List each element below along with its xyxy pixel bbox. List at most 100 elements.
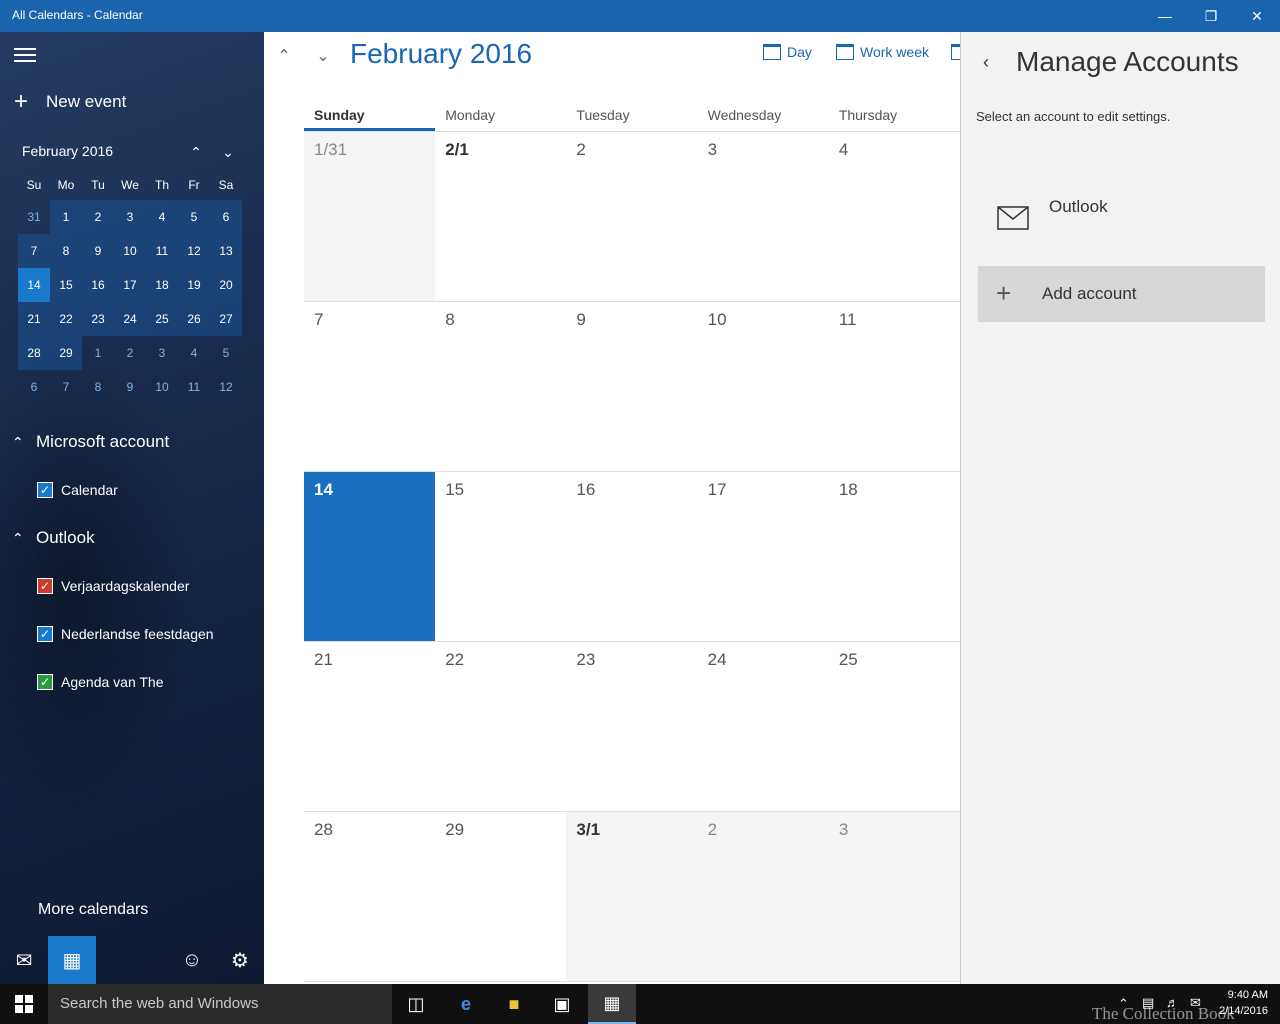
account-item-outlook[interactable]: Outlook	[978, 182, 1264, 252]
mini-day[interactable]: 5	[178, 200, 210, 234]
mini-day[interactable]: 4	[178, 336, 210, 370]
back-icon[interactable]: ‹	[983, 52, 989, 73]
mini-day[interactable]: 19	[178, 268, 210, 302]
day-cell[interactable]: 3	[828, 812, 961, 981]
start-button[interactable]	[0, 984, 48, 1024]
day-cell[interactable]: 18	[829, 472, 960, 641]
day-cell[interactable]: 8	[435, 302, 566, 471]
mini-day[interactable]: 12	[178, 234, 210, 268]
mail-icon[interactable]: ✉	[0, 936, 48, 984]
next-month-button[interactable]: ⌄	[311, 44, 335, 68]
mini-day[interactable]: 5	[210, 336, 242, 370]
day-cell[interactable]: 29	[435, 812, 566, 981]
mini-day[interactable]: 3	[114, 200, 146, 234]
mini-day[interactable]: 18	[146, 268, 178, 302]
mini-day[interactable]: 16	[82, 268, 114, 302]
mini-day[interactable]: 29	[50, 336, 82, 370]
add-account-button[interactable]: + Add account	[978, 266, 1265, 322]
mini-day[interactable]: 8	[82, 370, 114, 404]
checkbox-icon[interactable]: ✓	[37, 626, 53, 642]
mini-day[interactable]: 8	[50, 234, 82, 268]
day-cell[interactable]: 21	[304, 642, 435, 811]
edge-browser-icon[interactable]: e	[442, 984, 490, 1024]
mini-day[interactable]: 1	[82, 336, 114, 370]
mini-day[interactable]: 14	[18, 268, 50, 302]
day-cell[interactable]: 17	[698, 472, 829, 641]
file-explorer-icon[interactable]: ■	[490, 984, 538, 1024]
mini-day[interactable]: 7	[50, 370, 82, 404]
mini-day[interactable]: 27	[210, 302, 242, 336]
previous-month-button[interactable]: ⌃	[272, 44, 296, 68]
checkbox-icon[interactable]: ✓	[37, 578, 53, 594]
mini-day[interactable]: 15	[50, 268, 82, 302]
checkbox-icon[interactable]: ✓	[37, 674, 53, 690]
mini-day[interactable]: 6	[210, 200, 242, 234]
task-view-icon[interactable]: ◫	[392, 984, 440, 1024]
mini-day[interactable]: 10	[146, 370, 178, 404]
mini-day[interactable]: 7	[18, 234, 50, 268]
mini-day[interactable]: 23	[82, 302, 114, 336]
mini-day[interactable]: 3	[146, 336, 178, 370]
mini-day[interactable]: 26	[178, 302, 210, 336]
calendar-app-icon[interactable]: ▦	[588, 984, 636, 1024]
store-icon[interactable]: ▣	[538, 984, 586, 1024]
checkbox-icon[interactable]: ✓	[37, 482, 53, 498]
day-cell[interactable]: 28	[304, 812, 435, 981]
hamburger-menu-icon[interactable]	[14, 48, 36, 64]
new-event-button[interactable]: + New event	[14, 90, 126, 114]
day-cell[interactable]: 15	[435, 472, 566, 641]
gear-icon[interactable]: ⚙	[216, 936, 264, 984]
close-button[interactable]: ✕	[1234, 0, 1280, 32]
mini-day[interactable]: 9	[82, 234, 114, 268]
calendar-item-verjaardagskalender[interactable]: ✓ Verjaardagskalender	[37, 578, 189, 594]
day-cell[interactable]: 2	[697, 812, 829, 981]
day-cell[interactable]: 2/1	[435, 132, 566, 301]
day-cell[interactable]: 14	[304, 472, 436, 641]
calendar-item-calendar[interactable]: ✓ Calendar	[37, 482, 118, 498]
mini-day[interactable]: 4	[146, 200, 178, 234]
calendar-icon[interactable]: ▦	[48, 936, 96, 984]
minimize-button[interactable]: —	[1142, 0, 1188, 32]
more-calendars-link[interactable]: More calendars	[38, 901, 148, 919]
mini-day[interactable]: 17	[114, 268, 146, 302]
day-cell[interactable]: 1/31	[304, 132, 436, 301]
day-cell[interactable]: 16	[566, 472, 697, 641]
work-week-view-button[interactable]: Work week	[836, 44, 929, 60]
calendar-item-agenda-van-the[interactable]: ✓ Agenda van The	[37, 674, 164, 690]
calendar-item-nederlandse-feestdagen[interactable]: ✓ Nederlandse feestdagen	[37, 626, 214, 642]
mini-day[interactable]: 2	[82, 200, 114, 234]
restore-button[interactable]: ❐	[1188, 0, 1234, 32]
day-cell[interactable]: 3/1	[566, 812, 698, 981]
mini-day[interactable]: 24	[114, 302, 146, 336]
mini-day[interactable]: 1	[50, 200, 82, 234]
day-cell[interactable]: 22	[435, 642, 566, 811]
mini-calendar-next-button[interactable]: ⌄	[216, 140, 240, 164]
mini-day[interactable]: 13	[210, 234, 242, 268]
mini-day[interactable]: 22	[50, 302, 82, 336]
mini-day[interactable]: 31	[18, 200, 50, 234]
day-view-button[interactable]: Day	[763, 44, 812, 60]
mini-day[interactable]: 11	[146, 234, 178, 268]
mini-day[interactable]: 21	[18, 302, 50, 336]
search-box[interactable]: Search the web and Windows	[48, 984, 392, 1024]
day-cell[interactable]: 10	[698, 302, 829, 471]
mini-day[interactable]: 9	[114, 370, 146, 404]
mini-day[interactable]: 20	[210, 268, 242, 302]
mini-day[interactable]: 6	[18, 370, 50, 404]
section-microsoft-account[interactable]: ⌃ Microsoft account	[12, 432, 169, 452]
day-cell[interactable]: 9	[566, 302, 697, 471]
day-cell[interactable]: 7	[304, 302, 435, 471]
day-cell[interactable]: 25	[829, 642, 960, 811]
mini-day[interactable]: 25	[146, 302, 178, 336]
mini-calendar-previous-button[interactable]: ⌃	[184, 140, 208, 164]
mini-day[interactable]: 2	[114, 336, 146, 370]
day-cell[interactable]: 2	[566, 132, 697, 301]
day-cell[interactable]: 3	[698, 132, 829, 301]
day-cell[interactable]: 23	[566, 642, 697, 811]
mini-day[interactable]: 11	[178, 370, 210, 404]
mini-day[interactable]: 10	[114, 234, 146, 268]
day-cell[interactable]: 24	[698, 642, 829, 811]
day-cell[interactable]: 11	[829, 302, 960, 471]
mini-day[interactable]: 28	[18, 336, 50, 370]
smiley-feedback-icon[interactable]: ☺	[168, 936, 216, 984]
